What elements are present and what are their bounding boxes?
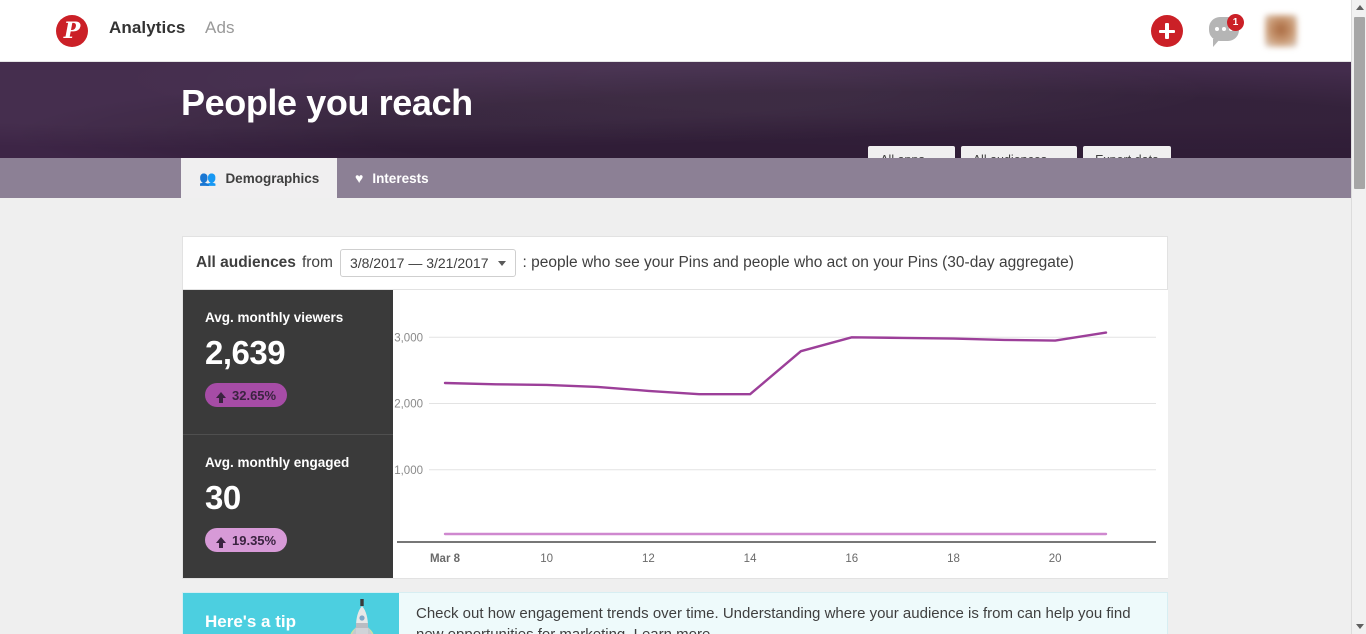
messages-badge: 1 (1227, 14, 1244, 31)
svg-text:20: 20 (1049, 553, 1062, 565)
chevron-down-icon (498, 261, 506, 266)
svg-text:2,000: 2,000 (394, 399, 423, 411)
filter-description: : people who see your Pins and people wh… (523, 254, 1074, 272)
nav-link-ads[interactable]: Ads (205, 18, 235, 38)
heart-icon: ♥ (355, 171, 363, 185)
people-icon: 👥 (199, 171, 216, 185)
vertical-scrollbar[interactable] (1351, 0, 1366, 634)
date-range-select[interactable]: 3/8/2017 — 3/21/2017 (340, 249, 516, 277)
tab-interests-label: Interests (372, 171, 428, 186)
tab-demographics[interactable]: 👥 Demographics (181, 158, 337, 198)
tip-heading-block: Here's a tip (183, 593, 399, 634)
scrollbar-thumb[interactable] (1354, 17, 1365, 189)
tip-heading: Here's a tip (205, 612, 296, 632)
metric-card-viewers[interactable]: Avg. monthly viewers 2,639 32.65% (183, 290, 393, 434)
audience-label: All audiences (196, 254, 296, 272)
line-chart[interactable]: 1,000 2,000 3,000 Mar 8 10 12 14 16 18 20 (393, 290, 1168, 578)
page-header: People you reach All apps All audiences … (0, 62, 1351, 158)
metric-change: 32.65% (232, 388, 276, 403)
chart-svg: 1,000 2,000 3,000 Mar 8 10 12 14 16 18 20 (393, 290, 1168, 578)
analytics-panel: All audiences from 3/8/2017 — 3/21/2017 … (182, 236, 1168, 579)
svg-text:12: 12 (642, 553, 655, 565)
svg-text:16: 16 (845, 553, 858, 565)
pinterest-logo-icon[interactable]: P (56, 15, 88, 47)
status-badge: 19.35% (205, 528, 287, 552)
tab-bar: 👥 Demographics ♥ Interests (0, 158, 1351, 198)
charts-row: Avg. monthly viewers 2,639 32.65% Avg. m… (183, 290, 1167, 578)
tip-banner: Here's a tip Check out how engagement tr… (182, 592, 1168, 634)
arrow-up-icon (216, 392, 226, 398)
metrics-column: Avg. monthly viewers 2,639 32.65% Avg. m… (183, 290, 393, 578)
metric-change: 19.35% (232, 533, 276, 548)
svg-text:18: 18 (947, 553, 960, 565)
tip-body: Check out how engagement trends over tim… (399, 593, 1167, 634)
learn-more-link[interactable]: Learn more (634, 626, 711, 634)
scroll-up-arrow-icon[interactable] (1352, 0, 1366, 15)
status-badge: 32.65% (205, 383, 287, 407)
svg-text:1,000: 1,000 (394, 465, 423, 477)
metric-card-engaged[interactable]: Avg. monthly engaged 30 19.35% (183, 434, 393, 578)
metric-value: 30 (205, 479, 393, 517)
avatar[interactable] (1265, 15, 1297, 47)
date-range-value: 3/8/2017 — 3/21/2017 (350, 255, 489, 271)
from-label: from (302, 254, 333, 272)
svg-text:14: 14 (744, 553, 757, 565)
messages-button[interactable]: 1 (1209, 14, 1247, 48)
tip-text: Check out how engagement trends over tim… (416, 605, 1131, 634)
svg-text:3,000: 3,000 (394, 332, 423, 344)
page-title: People you reach (181, 82, 473, 124)
plus-circle-icon[interactable] (1151, 15, 1183, 47)
page-root: P Analytics Ads 1 People you reach All a… (0, 0, 1366, 634)
metric-value: 2,639 (205, 334, 393, 372)
rocket-icon (349, 597, 375, 634)
top-navigation-bar: P Analytics Ads 1 (0, 0, 1351, 62)
metric-label: Avg. monthly viewers (205, 310, 393, 325)
svg-text:10: 10 (540, 553, 553, 565)
tab-interests[interactable]: ♥ Interests (337, 158, 447, 198)
metric-label: Avg. monthly engaged (205, 455, 393, 470)
filter-bar: All audiences from 3/8/2017 — 3/21/2017 … (183, 237, 1167, 290)
nav-link-analytics[interactable]: Analytics (109, 18, 186, 38)
scroll-down-arrow-icon[interactable] (1352, 619, 1366, 634)
svg-text:Mar 8: Mar 8 (430, 553, 461, 565)
arrow-up-icon (216, 537, 226, 543)
tab-demographics-label: Demographics (225, 171, 319, 186)
